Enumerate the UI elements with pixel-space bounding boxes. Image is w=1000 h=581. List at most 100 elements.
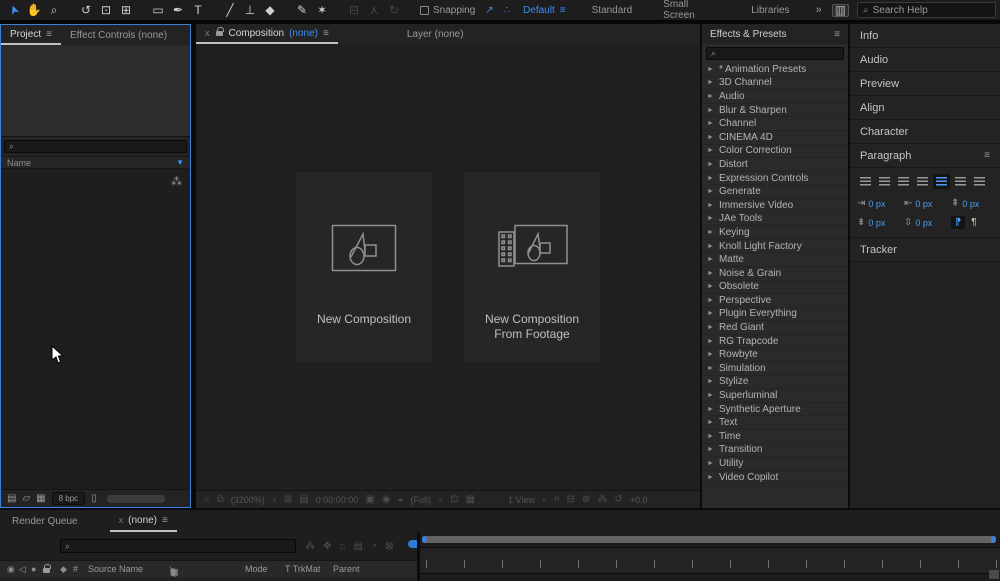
bit-depth-button[interactable]: 8 bpc (52, 492, 86, 505)
effects-category-row[interactable]: ► Synthetic Aperture (702, 403, 848, 417)
tab-layer[interactable]: Layer (none) (398, 24, 473, 44)
close-tab-icon[interactable]: x (205, 28, 210, 38)
space-after-paragraph[interactable]: ⇳0 px (904, 216, 951, 229)
effects-category-row[interactable]: ► RG Trapcode (702, 335, 848, 349)
expand-triangle-icon[interactable]: ► (707, 107, 714, 114)
expand-triangle-icon[interactable]: ► (707, 365, 714, 372)
expand-triangle-icon[interactable]: ► (707, 79, 714, 86)
dock-panel-tab[interactable]: Audio (850, 48, 1000, 72)
align-right-icon[interactable] (895, 174, 912, 189)
exposure-value[interactable]: +0.0 (630, 495, 648, 505)
effects-category-row[interactable]: ► * Animation Presets (702, 63, 848, 77)
dock-panel-tab[interactable]: Character (850, 120, 1000, 144)
axis-view-icon[interactable]: ↻ (384, 1, 404, 19)
time-navigator-bar[interactable] (422, 536, 996, 543)
expand-triangle-icon[interactable]: ► (707, 93, 714, 100)
sort-triangle-icon[interactable]: ▼ (176, 158, 184, 167)
snapping-control[interactable]: Snapping ↗ ∴ (420, 5, 510, 16)
help-search-input[interactable] (873, 5, 990, 16)
grid-guides-icon[interactable]: ⊞ (284, 494, 292, 505)
close-tab-icon[interactable]: x (119, 515, 124, 525)
effects-category-row[interactable]: ► Red Giant (702, 321, 848, 335)
brush-tool[interactable]: ╱ (220, 1, 240, 19)
justify-last-left-icon[interactable] (914, 174, 931, 189)
justify-last-center-icon[interactable] (933, 174, 950, 189)
new-folder-icon[interactable]: ▱ (22, 493, 30, 504)
scrollbar-grip[interactable] (989, 570, 999, 579)
effects-category-row[interactable]: ► Expression Controls (702, 172, 848, 186)
workspace-switcher-icon[interactable]: ▥ (832, 4, 849, 17)
dock-panel-tab[interactable]: Preview (850, 72, 1000, 96)
hand-tool[interactable]: ✋ (24, 1, 44, 19)
effects-category-row[interactable]: ► Channel (702, 117, 848, 131)
panel-menu-icon[interactable]: ≡ (984, 150, 990, 161)
help-search[interactable]: ⌕ (857, 2, 996, 18)
pixel-aspect-correction-icon[interactable]: ⊟ (567, 494, 575, 505)
tab-composition[interactable]: x Composition (none) ≡ (196, 24, 338, 44)
graph-editor-icon[interactable]: ⊠ (385, 541, 393, 552)
expand-triangle-icon[interactable]: ► (707, 446, 714, 453)
expand-triangle-icon[interactable]: ► (707, 351, 714, 358)
expand-triangle-icon[interactable]: ► (707, 419, 714, 426)
type-tool[interactable]: T (188, 1, 208, 19)
axis-world-icon[interactable]: ⋏ (364, 1, 384, 19)
effects-category-row[interactable]: ► Matte (702, 253, 848, 267)
project-name-column-header[interactable]: Name ▼ (1, 156, 190, 169)
dock-panel-tab[interactable]: Info (850, 24, 1000, 48)
roto-brush-tool[interactable]: ✎ (292, 1, 312, 19)
transparency-grid-icon[interactable]: ▦ (466, 494, 475, 505)
tab-effect-controls[interactable]: Effect Controls (none) (61, 25, 176, 45)
expand-triangle-icon[interactable]: ► (707, 256, 714, 263)
channels-icon[interactable]: ◒ (397, 494, 403, 505)
expand-triangle-icon[interactable]: ► (707, 283, 714, 290)
source-name-column[interactable]: Source Name (88, 564, 143, 574)
eraser-tool[interactable]: ◆ (260, 1, 280, 19)
effects-category-row[interactable]: ► Color Correction (702, 145, 848, 159)
zoom-level-dropdown[interactable]: (3200%) (231, 495, 265, 505)
effects-category-row[interactable]: ► Audio (702, 90, 848, 104)
hide-shy-layers-icon[interactable]: ⌂ (339, 541, 345, 552)
expand-triangle-icon[interactable]: ► (707, 120, 714, 127)
effects-category-row[interactable]: ► Time (702, 430, 848, 444)
effects-search-input[interactable] (719, 49, 839, 59)
expand-triangle-icon[interactable]: ► (707, 134, 714, 141)
dock-panel-tab[interactable]: Align (850, 96, 1000, 120)
effects-category-row[interactable]: ► Plugin Everything (702, 308, 848, 322)
trash-icon[interactable]: ▯ (91, 493, 97, 504)
resolution-dropdown[interactable]: (Full) (411, 495, 432, 505)
puppet-pin-tool[interactable]: ✶ (312, 1, 332, 19)
timecode-display[interactable]: 0:00:00:00 (316, 495, 359, 505)
new-composition-from-footage-button[interactable]: New Composition From Footage (464, 172, 600, 362)
expand-triangle-icon[interactable]: ► (707, 324, 714, 331)
label-tag-icon[interactable]: ◆ (60, 564, 67, 575)
effects-presets-header[interactable]: Effects & Presets ≡ (702, 24, 848, 44)
ruler-icon[interactable]: ▤ (299, 494, 308, 505)
rotation-tool[interactable]: ↺ (76, 1, 96, 19)
justify-all-icon[interactable] (971, 174, 988, 189)
snapshot-icon[interactable]: ▣ (365, 494, 374, 505)
reset-exposure-icon[interactable]: ↺ (614, 494, 622, 505)
mini-flowchart-icon[interactable]: ⁂ (597, 494, 607, 505)
trkmat-column[interactable]: T TrkMat (285, 564, 320, 574)
align-left-icon[interactable] (857, 174, 874, 189)
monitor-icon[interactable]: ⧉ (217, 494, 224, 505)
expand-triangle-icon[interactable]: ► (707, 297, 714, 304)
expand-triangle-icon[interactable]: ► (707, 378, 714, 385)
expand-triangle-icon[interactable]: ► (707, 406, 714, 413)
parent-column[interactable]: Parent (333, 564, 360, 574)
new-composition-icon[interactable]: ▦ (36, 493, 45, 504)
zoom-tool[interactable]: ⌕ (44, 1, 64, 19)
workspace-tab[interactable]: Standard (592, 0, 638, 21)
effects-category-row[interactable]: ► Obsolete (702, 281, 848, 295)
video-eye-icon[interactable]: ◉ (7, 564, 15, 575)
effects-category-row[interactable]: ► Stylize (702, 376, 848, 390)
effects-category-row[interactable]: ► Text (702, 416, 848, 430)
comp-mini-flowchart-icon[interactable]: ⁂ (305, 541, 315, 552)
view-options-icon[interactable]: ⌗ (554, 494, 560, 505)
mask-shape-tool[interactable]: ▭ (148, 1, 168, 19)
snapping-checkbox[interactable] (420, 6, 429, 15)
effects-category-row[interactable]: ► Generate (702, 185, 848, 199)
axis-local-icon[interactable]: ⊟ (344, 1, 364, 19)
show-snapshot-icon[interactable]: ◉ (382, 494, 391, 505)
effects-category-row[interactable]: ► Knoll Light Factory (702, 240, 848, 254)
